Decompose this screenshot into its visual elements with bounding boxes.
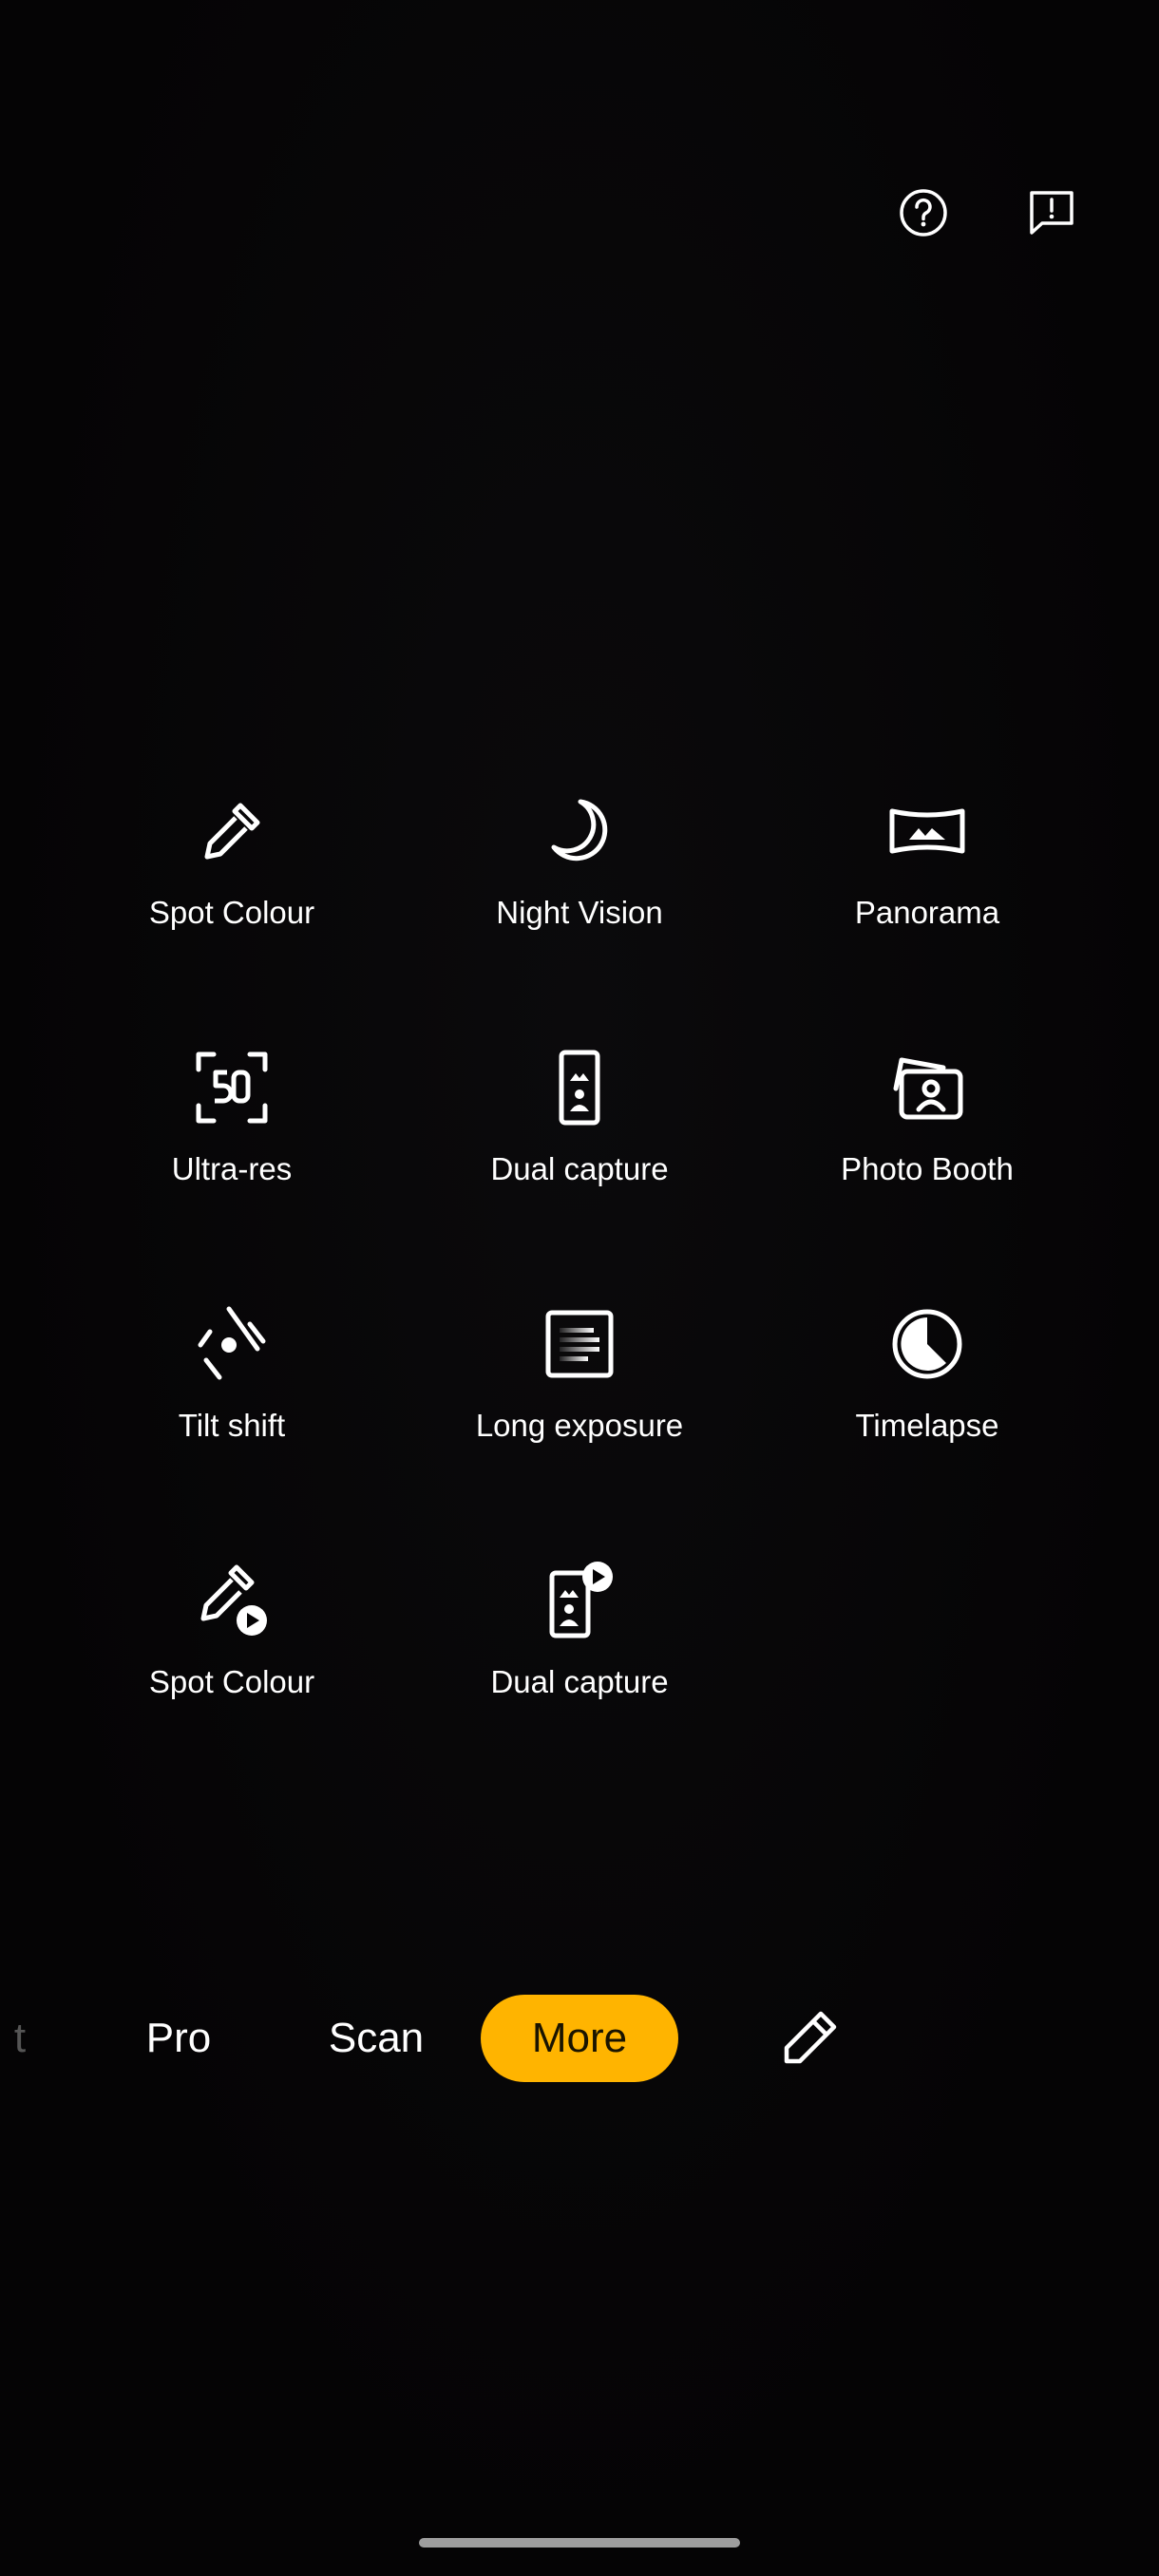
tilt-shift-icon — [191, 1303, 273, 1385]
ultra-res-50-icon — [191, 1047, 273, 1128]
eyedropper-video-icon — [191, 1560, 273, 1641]
mode-label: Spot Colour — [148, 895, 315, 930]
camera-more-modes-screen: Spot Colour Night Vision Panorama Ultra- — [0, 0, 1159, 2576]
pencil-icon — [784, 2011, 837, 2064]
eyedropper-icon — [191, 790, 273, 872]
mode-ultra-res[interactable]: Ultra-res — [58, 1047, 406, 1237]
mode-label: Panorama — [854, 895, 1000, 930]
mode-label: Dual capture — [490, 1151, 669, 1186]
help-button[interactable] — [887, 177, 960, 249]
mode-dual-capture[interactable]: Dual capture — [406, 1047, 753, 1237]
photo-booth-icon — [886, 1047, 968, 1128]
feedback-button[interactable] — [1016, 177, 1088, 249]
tab-partial[interactable]: t — [6, 1995, 34, 2082]
tab-pro[interactable]: Pro — [122, 1995, 236, 2082]
tab-more[interactable]: More — [481, 1995, 678, 2082]
mode-label: Spot Colour — [148, 1664, 315, 1699]
mode-label: Long exposure — [475, 1408, 684, 1443]
dual-capture-video-icon — [539, 1560, 620, 1641]
help-circle-icon — [900, 189, 947, 237]
dual-capture-icon — [539, 1047, 620, 1128]
moon-icon — [539, 790, 620, 872]
mode-long-exposure[interactable]: Long exposure — [406, 1303, 753, 1493]
timelapse-icon — [886, 1303, 968, 1385]
home-indicator[interactable] — [419, 2538, 740, 2548]
mode-spot-colour-video[interactable]: Spot Colour — [58, 1560, 406, 1750]
edit-modes-button[interactable] — [779, 2006, 842, 2069]
mode-timelapse[interactable]: Timelapse — [753, 1303, 1101, 1493]
mode-dual-capture-video[interactable]: Dual capture — [406, 1560, 753, 1750]
camera-mode-bar: t Pro Scan More — [0, 1995, 1159, 2082]
mode-label: Dual capture — [490, 1664, 669, 1699]
mode-label: Night Vision — [496, 895, 663, 930]
mode-panorama[interactable]: Panorama — [753, 790, 1101, 980]
panorama-icon — [886, 790, 968, 872]
mode-spot-colour[interactable]: Spot Colour — [58, 790, 406, 980]
mode-label: Ultra-res — [171, 1151, 293, 1186]
mode-tilt-shift[interactable]: Tilt shift — [58, 1303, 406, 1493]
mode-label: Tilt shift — [178, 1408, 286, 1443]
mode-label: Photo Booth — [841, 1151, 1014, 1186]
mode-photo-booth[interactable]: Photo Booth — [753, 1047, 1101, 1237]
mode-night-vision[interactable]: Night Vision — [406, 790, 753, 980]
tab-scan[interactable]: Scan — [310, 1995, 443, 2082]
mode-label: Timelapse — [855, 1408, 999, 1443]
long-exposure-icon — [539, 1303, 620, 1385]
feedback-icon — [1030, 191, 1074, 235]
